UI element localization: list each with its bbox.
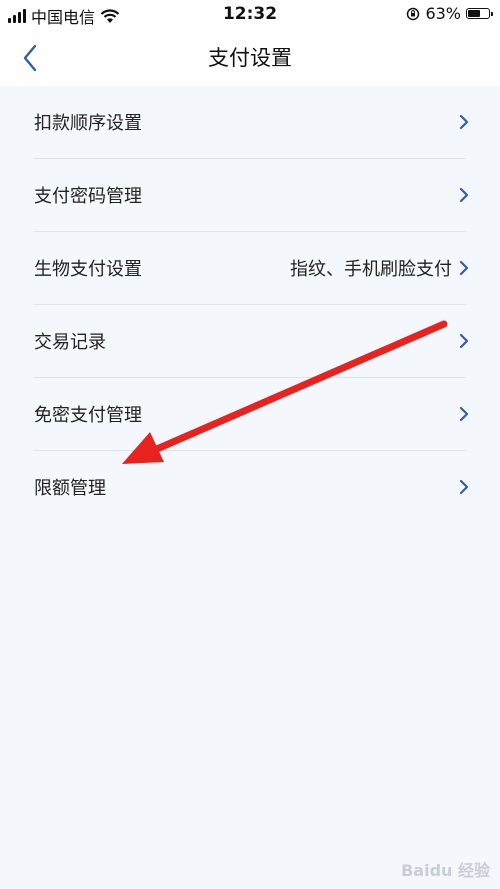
watermark: Baidu 经验	[401, 861, 490, 880]
status-right: 63%	[406, 4, 493, 23]
settings-item-label: 限额管理	[34, 478, 106, 499]
chevron-right-icon	[459, 114, 469, 130]
chevron-right-icon	[459, 333, 469, 349]
settings-item-payment-password[interactable]: 支付密码管理	[34, 159, 469, 232]
settings-item-deduction-order[interactable]: 扣款顺序设置	[34, 86, 469, 159]
page-title: 支付设置	[208, 46, 292, 70]
settings-item-biometric-payment[interactable]: 生物支付设置 指纹、手机刷脸支付	[34, 232, 469, 305]
settings-item-transaction-records[interactable]: 交易记录	[34, 305, 469, 378]
settings-item-label: 生物支付设置	[34, 259, 142, 280]
settings-item-limit-management[interactable]: 限额管理	[34, 451, 469, 523]
nav-bar: 支付设置	[0, 30, 500, 86]
status-bar: 中国电信 12:32 63%	[0, 0, 500, 30]
chevron-right-icon	[459, 260, 469, 276]
settings-item-label: 免密支付管理	[34, 405, 142, 426]
settings-item-label: 扣款顺序设置	[34, 113, 142, 134]
chevron-right-icon	[459, 406, 469, 422]
settings-item-label: 交易记录	[34, 332, 106, 353]
chevron-right-icon	[459, 187, 469, 203]
settings-item-label: 支付密码管理	[34, 186, 142, 207]
chevron-right-icon	[459, 479, 469, 495]
orientation-lock-icon	[407, 7, 420, 20]
battery-level	[468, 10, 480, 17]
battery-icon	[466, 8, 493, 19]
settings-list: 扣款顺序设置 支付密码管理 生物支付设置 指纹、手机刷脸支付 交易记录 免密支付…	[0, 86, 500, 523]
battery-percent: 63%	[425, 4, 461, 23]
settings-item-value: 指纹、手机刷脸支付	[290, 259, 452, 280]
settings-item-password-free-payment[interactable]: 免密支付管理	[34, 378, 469, 451]
